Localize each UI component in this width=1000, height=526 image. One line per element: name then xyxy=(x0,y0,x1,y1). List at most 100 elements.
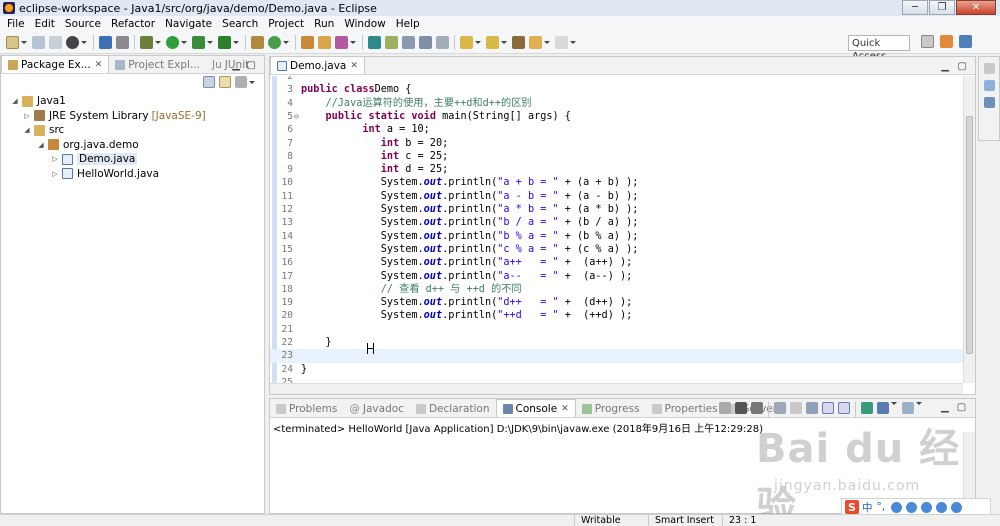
chevron-down-icon[interactable] xyxy=(249,81,255,84)
maximize-view-icon[interactable]: ▢ xyxy=(958,61,967,72)
chevron-down-icon[interactable] xyxy=(81,40,87,44)
ime-language-indicator[interactable]: 中 xyxy=(862,500,873,515)
scroll-lock-icon[interactable] xyxy=(790,402,802,414)
search-icon[interactable] xyxy=(335,35,348,49)
sogou-logo-icon[interactable]: S xyxy=(845,500,859,514)
console-output[interactable]: <terminated> HelloWorld [Java Applicatio… xyxy=(273,420,763,435)
maximize-view-icon[interactable]: ▢ xyxy=(957,402,966,417)
collapse-all-icon[interactable] xyxy=(203,76,215,88)
chevron-down-icon[interactable] xyxy=(916,402,922,405)
code-line[interactable]: 15 System.out.println("c % a = " + (c % … xyxy=(270,243,963,256)
view-menu-icon[interactable] xyxy=(235,76,247,88)
tab-demo-java[interactable]: Demo.java ✕ xyxy=(270,56,365,74)
toggle-mark-occurrences-icon[interactable] xyxy=(368,35,381,49)
skip-breakpoints-icon[interactable] xyxy=(116,35,129,49)
code-line[interactable]: 5 ⊖ public static void main(String[] args… xyxy=(270,110,963,123)
tab-problems[interactable]: Problems xyxy=(270,400,343,417)
chevron-down-icon[interactable] xyxy=(501,40,507,44)
close-icon[interactable]: ✕ xyxy=(95,60,103,70)
toolbox-icon[interactable] xyxy=(951,501,963,513)
back-icon[interactable] xyxy=(529,35,542,49)
quick-access-field[interactable]: Quick Access xyxy=(848,35,910,62)
chevron-down-icon[interactable] xyxy=(283,40,289,44)
code-line[interactable]: 9 int d = 25; xyxy=(270,163,963,176)
chevron-down-icon[interactable] xyxy=(233,40,239,44)
show-whitespace-icon[interactable] xyxy=(419,35,432,49)
expanded-triangle-icon[interactable]: ◢ xyxy=(37,141,45,149)
tree-item-package[interactable]: ◢ org.java.demo xyxy=(1,138,264,153)
show-on-stdout-icon[interactable] xyxy=(822,402,834,414)
tab-javadoc[interactable]: @ Javadoc xyxy=(343,400,410,417)
debug-icon[interactable] xyxy=(140,35,153,49)
task-list-icon[interactable] xyxy=(983,97,995,108)
code-line[interactable]: 19 System.out.println("d++ = " + (d++) )… xyxy=(270,296,963,309)
code-line[interactable]: 21 xyxy=(270,323,963,336)
menu-navigate[interactable]: Navigate xyxy=(160,18,217,30)
code-line[interactable]: 16 System.out.println("a++ = " + (a++) )… xyxy=(270,256,963,269)
maximize-view-icon[interactable]: ▢ xyxy=(247,60,256,71)
code-line[interactable]: 12 System.out.println("a * b = " + (a * … xyxy=(270,203,963,216)
clear-console-icon[interactable] xyxy=(774,402,786,414)
tree-item-jre[interactable]: ▷ JRE System Library [JavaSE-9] xyxy=(1,109,264,124)
java-ee-perspective-icon[interactable] xyxy=(940,35,953,48)
code-line[interactable]: 4 //Java运算符的使用，主要++d和d++的区别 xyxy=(270,97,963,110)
collapsed-triangle-icon[interactable]: ▷ xyxy=(23,112,31,120)
menu-edit[interactable]: Edit xyxy=(30,18,60,30)
open-type-icon[interactable] xyxy=(301,35,314,49)
display-console-icon[interactable] xyxy=(877,402,889,414)
save-all-icon[interactable] xyxy=(49,35,62,49)
remove-launch-icon[interactable] xyxy=(735,402,747,414)
ime-punctuation-indicator[interactable]: °, xyxy=(877,501,886,513)
tab-project-explorer[interactable]: Project Expl... xyxy=(109,56,206,73)
code-line[interactable]: 7 int b = 20; xyxy=(270,137,963,150)
open-console-icon[interactable] xyxy=(902,402,914,414)
code-line[interactable]: 20 System.out.println("++d = " + (++d) )… xyxy=(270,309,963,322)
menu-file[interactable]: File xyxy=(2,18,30,30)
menu-project[interactable]: Project xyxy=(263,18,309,30)
chevron-down-icon[interactable] xyxy=(570,40,576,44)
code-line[interactable]: 6 int a = 10; xyxy=(270,123,963,136)
close-button[interactable]: ✕ xyxy=(956,0,996,15)
close-icon[interactable]: ✕ xyxy=(561,404,569,414)
code-line[interactable]: 10 System.out.println("a + b = " + (a + … xyxy=(270,176,963,189)
minimize-view-icon[interactable]: ▁ xyxy=(941,402,949,417)
run-icon[interactable] xyxy=(166,35,179,49)
menu-window[interactable]: Window xyxy=(339,18,390,30)
tab-package-explorer[interactable]: Package Ex... ✕ xyxy=(1,55,110,73)
chevron-down-icon[interactable] xyxy=(891,402,897,405)
menu-help[interactable]: Help xyxy=(391,18,425,30)
previous-annotation-icon[interactable] xyxy=(486,35,499,49)
code-line[interactable]: 18 // 查看 d++ 与 ++d 的不同 xyxy=(270,283,963,296)
minimize-button[interactable]: ─ xyxy=(902,0,928,15)
link-with-editor-icon[interactable] xyxy=(219,76,231,88)
expanded-triangle-icon[interactable]: ◢ xyxy=(11,97,19,105)
open-task-icon[interactable] xyxy=(318,35,331,49)
block-selection-icon[interactable] xyxy=(402,35,415,49)
terminate-icon[interactable] xyxy=(719,402,731,414)
minimize-view-icon[interactable]: ▁ xyxy=(941,61,949,72)
menu-source[interactable]: Source xyxy=(60,18,106,30)
coverage-icon[interactable] xyxy=(192,35,205,49)
restore-icon[interactable] xyxy=(983,63,995,74)
chevron-down-icon[interactable] xyxy=(21,40,27,44)
close-icon[interactable]: ✕ xyxy=(350,61,358,71)
tree-item-helloworld-java[interactable]: ▷ HelloWorld.java xyxy=(1,167,264,182)
minimize-view-icon[interactable]: ▁ xyxy=(232,60,240,71)
java-perspective-icon[interactable] xyxy=(959,35,972,48)
microphone-icon[interactable] xyxy=(906,501,918,513)
tree-item-java1[interactable]: ◢ Java1 xyxy=(1,94,264,109)
tree-item-src[interactable]: ◢ src xyxy=(1,123,264,138)
tab-progress[interactable]: Progress xyxy=(576,400,646,417)
tab-declaration[interactable]: Declaration xyxy=(410,400,496,417)
code-line[interactable]: 14 System.out.println("b % a = " + (b % … xyxy=(270,230,963,243)
editor-vertical-scrollbar[interactable] xyxy=(963,76,975,383)
keyboard-icon[interactable] xyxy=(921,501,933,513)
toggle-word-wrap-icon[interactable] xyxy=(385,35,398,49)
tab-properties[interactable]: Properties xyxy=(646,400,724,417)
menu-search[interactable]: Search xyxy=(217,18,263,30)
fold-toggle-icon[interactable]: ⊖ xyxy=(294,110,299,123)
menu-refactor[interactable]: Refactor xyxy=(106,18,160,30)
chevron-down-icon[interactable] xyxy=(155,40,161,44)
last-edit-location-icon[interactable] xyxy=(512,35,525,49)
code-line[interactable]: 25 xyxy=(270,376,963,383)
